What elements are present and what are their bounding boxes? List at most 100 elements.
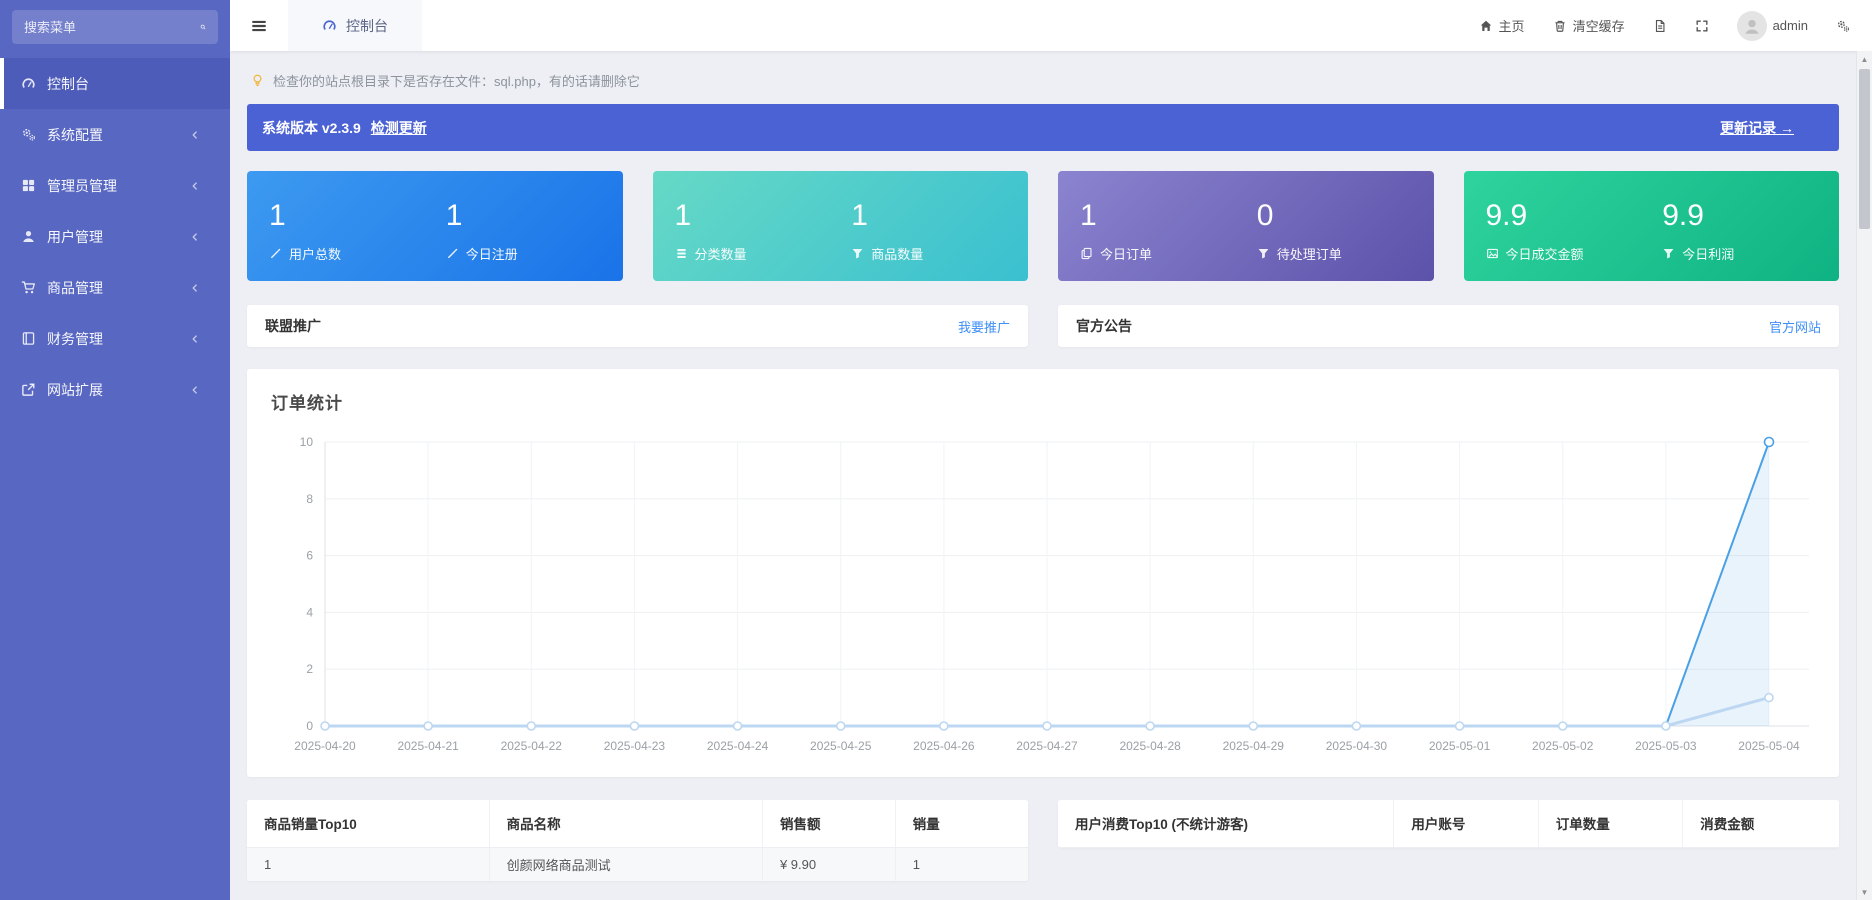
- lightbulb-icon: [250, 73, 265, 88]
- svg-text:10: 10: [300, 435, 314, 449]
- sidebar-item-admin-management[interactable]: 管理员管理: [0, 160, 230, 211]
- stat-value: 0: [1257, 201, 1434, 231]
- svg-text:4: 4: [306, 605, 313, 619]
- avatar: [1737, 11, 1767, 41]
- table-header-row: 商品销量Top10 商品名称 销售额 销量: [247, 800, 1028, 847]
- search-input[interactable]: [24, 20, 200, 35]
- svg-text:0: 0: [306, 719, 313, 733]
- clear-cache-label: 清空缓存: [1573, 16, 1625, 35]
- sidebar-item-dashboard[interactable]: 控制台: [0, 58, 230, 109]
- changelog-link[interactable]: 更新记录 →: [1720, 118, 1794, 138]
- sidebar-search[interactable]: [12, 10, 218, 44]
- svg-text:2025-04-30: 2025-04-30: [1326, 739, 1388, 753]
- cell-sales-count: 1: [895, 847, 1028, 881]
- fullscreen-button[interactable]: [1695, 19, 1709, 33]
- user-icon: [21, 229, 36, 244]
- sidebar-item-product-management[interactable]: 商品管理: [0, 262, 230, 313]
- official-site-link[interactable]: 官方网站: [1769, 317, 1821, 336]
- chevron-left-icon: [189, 333, 201, 345]
- scroll-up-arrow[interactable]: ▲: [1857, 51, 1872, 67]
- sidebar-item-label: 网站扩展: [47, 380, 103, 400]
- home-button[interactable]: 主页: [1479, 16, 1525, 35]
- col-header: 订单数量: [1538, 800, 1682, 847]
- book-icon: [21, 331, 36, 346]
- stat-label: 今日注册: [466, 244, 518, 263]
- col-header: 商品销量Top10: [247, 800, 489, 847]
- log-button[interactable]: [1653, 19, 1667, 33]
- svg-text:2025-04-21: 2025-04-21: [397, 739, 459, 753]
- home-label: 主页: [1499, 16, 1525, 35]
- svg-text:6: 6: [306, 549, 313, 563]
- stat-value: 1: [446, 201, 623, 231]
- stat-label: 待处理订单: [1277, 244, 1342, 263]
- chevron-left-icon: [189, 129, 201, 141]
- svg-text:2025-04-29: 2025-04-29: [1223, 739, 1285, 753]
- tab-label: 控制台: [346, 16, 388, 36]
- search-icon[interactable]: [200, 20, 206, 34]
- username: admin: [1773, 18, 1808, 33]
- sidebar-item-label: 控制台: [47, 74, 89, 94]
- stat-value: 9.9: [1486, 201, 1663, 231]
- affiliate-panel: 联盟推广 我要推广: [247, 305, 1028, 347]
- clear-cache-button[interactable]: 清空缓存: [1553, 16, 1625, 35]
- fullscreen-icon: [1695, 19, 1709, 33]
- grid-icon: [21, 178, 36, 193]
- cell-sales-amount: ¥ 9.90: [762, 847, 895, 881]
- table-header-row: 用户消费Top10 (不统计游客) 用户账号 订单数量 消费金额: [1058, 800, 1839, 847]
- col-header: 用户账号: [1394, 800, 1538, 847]
- svg-text:2025-04-27: 2025-04-27: [1016, 739, 1078, 753]
- stat-label: 今日订单: [1100, 244, 1152, 263]
- stat-cards: 1 用户总数 1 今日注册 1 分类数量 1 商品数量: [247, 171, 1839, 281]
- scroll-down-arrow[interactable]: ▼: [1857, 884, 1872, 900]
- col-header: 销售额: [762, 800, 895, 847]
- chart-title: 订单统计: [271, 389, 1815, 414]
- alert-bar: 检查你的站点根目录下是否存在文件：sql.php，有的话请删除它: [247, 66, 1839, 94]
- pen-icon: [446, 247, 459, 260]
- chevron-left-icon: [189, 231, 201, 243]
- stat-value: 1: [1080, 201, 1257, 231]
- funnel-icon: [851, 247, 864, 260]
- svg-text:2025-05-04: 2025-05-04: [1738, 739, 1800, 753]
- stat-card-revenue: 9.9 今日成交金额 9.9 今日利润: [1464, 171, 1840, 281]
- user-menu[interactable]: admin: [1737, 11, 1808, 41]
- stat-value: 1: [675, 201, 852, 231]
- stat-label: 今日成交金额: [1506, 244, 1584, 263]
- vertical-scrollbar[interactable]: ▲ ▼: [1856, 51, 1872, 900]
- svg-text:2025-04-20: 2025-04-20: [294, 739, 356, 753]
- scrollbar-thumb[interactable]: [1859, 69, 1870, 229]
- tab-dashboard[interactable]: 控制台: [288, 0, 422, 51]
- funnel-icon: [1257, 247, 1270, 260]
- announcement-panel: 官方公告 官方网站: [1058, 305, 1839, 347]
- col-header: 用户消费Top10 (不统计游客): [1058, 800, 1394, 847]
- svg-text:2025-04-26: 2025-04-26: [913, 739, 975, 753]
- hamburger-icon: [250, 17, 268, 35]
- document-icon: [1653, 19, 1667, 33]
- sidebar-toggle-button[interactable]: [230, 0, 288, 51]
- svg-text:2025-04-28: 2025-04-28: [1119, 739, 1181, 753]
- chevron-left-icon: [189, 282, 201, 294]
- sidebar-item-system-config[interactable]: 系统配置: [0, 109, 230, 160]
- sidebar-item-label: 系统配置: [47, 125, 103, 145]
- main-content: 检查你的站点根目录下是否存在文件：sql.php，有的话请删除它 系统版本 v2…: [230, 51, 1856, 900]
- check-update-link[interactable]: 检测更新: [371, 120, 427, 136]
- cell-product-name: 创颜网络商品测试: [489, 847, 762, 881]
- gauge-icon: [21, 76, 36, 91]
- funnel-icon: [1662, 247, 1675, 260]
- stat-card-users: 1 用户总数 1 今日注册: [247, 171, 623, 281]
- stat-card-orders: 1 今日订单 0 待处理订单: [1058, 171, 1434, 281]
- promote-link[interactable]: 我要推广: [958, 317, 1010, 336]
- alert-text: 检查你的站点根目录下是否存在文件：sql.php，有的话请删除它: [273, 71, 640, 90]
- order-stats-panel: 订单统计 02468102025-04-202025-04-212025-04-…: [247, 369, 1839, 777]
- chevron-left-icon: [189, 180, 201, 192]
- image-icon: [1486, 247, 1499, 260]
- pen-icon: [269, 247, 282, 260]
- sidebar-item-site-extension[interactable]: 网站扩展: [0, 364, 230, 415]
- settings-button[interactable]: [1836, 19, 1850, 33]
- cart-icon: [21, 280, 36, 295]
- sidebar-item-user-management[interactable]: 用户管理: [0, 211, 230, 262]
- panel-title: 官方公告: [1076, 316, 1132, 336]
- col-header: 消费金额: [1683, 800, 1839, 847]
- top-consumers-table: 用户消费Top10 (不统计游客) 用户账号 订单数量 消费金额: [1058, 800, 1839, 848]
- home-icon: [1479, 19, 1493, 33]
- sidebar-item-finance-management[interactable]: 财务管理: [0, 313, 230, 364]
